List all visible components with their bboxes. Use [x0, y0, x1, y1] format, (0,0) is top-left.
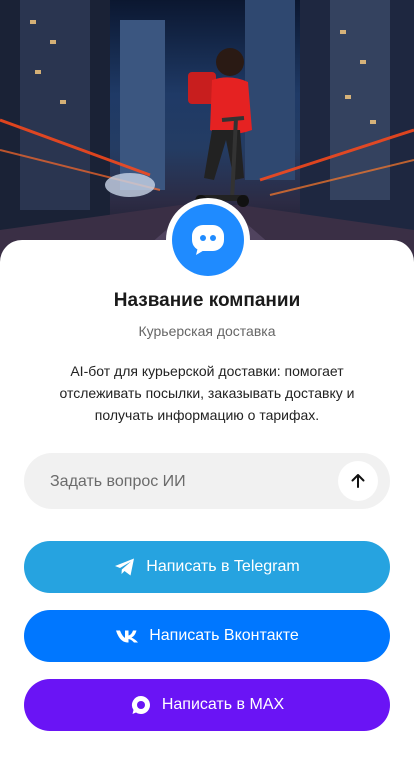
telegram-icon [114, 557, 136, 577]
max-button-label: Написать в MAX [161, 696, 285, 713]
chat-bubble-icon [192, 225, 224, 255]
avatar-circle [172, 204, 244, 276]
send-button[interactable] [338, 461, 378, 501]
company-category: Курьерская доставка [138, 323, 276, 339]
company-name: Название компании [113, 290, 301, 311]
ai-question-input[interactable] [48, 453, 332, 511]
max-button[interactable]: Написать в MAX [24, 679, 390, 731]
telegram-button-label: Написать в Telegram [146, 558, 300, 575]
company-description: AI-бот для курьерской доставки: помогает… [59, 363, 355, 423]
ai-question-bar [24, 453, 390, 511]
telegram-button[interactable]: Написать в Telegram [24, 541, 390, 593]
vk-icon [115, 629, 139, 643]
company-avatar [166, 198, 250, 282]
max-icon [130, 694, 152, 716]
arrow-up-icon [351, 474, 365, 488]
vk-button[interactable]: Написать Вконтакте [24, 610, 390, 662]
vk-button-label: Написать Вконтакте [149, 627, 299, 644]
